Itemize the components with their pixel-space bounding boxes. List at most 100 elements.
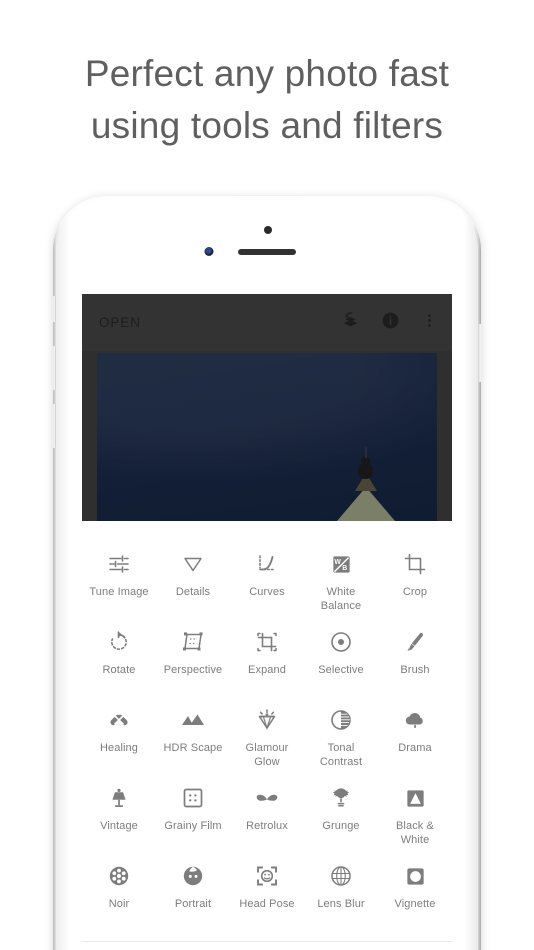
tool-head-pose[interactable]: Head Pose (230, 847, 304, 925)
svg-text:B: B (342, 565, 347, 572)
tool-label: Brush (400, 664, 430, 676)
tool-crop[interactable]: Crop (378, 535, 452, 613)
tool-portrait[interactable]: Portrait (156, 847, 230, 925)
photo-image (97, 353, 437, 521)
lens-blur-icon (329, 861, 353, 891)
tool-perspective[interactable]: Perspective (156, 613, 230, 691)
tune-sliders-icon (107, 549, 131, 579)
tool-retrolux[interactable]: Retrolux (230, 769, 304, 847)
healing-bandage-icon (107, 705, 131, 735)
tool-label: Vintage (100, 820, 138, 832)
tool-label: Crop (402, 586, 428, 598)
vignette-icon (404, 861, 427, 891)
tool-tonal-contrast[interactable]: Tonal Contrast (304, 691, 378, 769)
layers-undo-icon[interactable] (341, 311, 360, 335)
app-bar-actions (341, 311, 438, 335)
tool-label: Healing (99, 742, 138, 754)
tool-drama[interactable]: Drama (378, 691, 452, 769)
tool-label: Perspective (163, 664, 223, 676)
tool-noir[interactable]: Noir (82, 847, 156, 925)
tool-details[interactable]: Details (156, 535, 230, 613)
tool-curves[interactable]: Curves (230, 535, 304, 613)
selective-target-icon (329, 627, 353, 657)
volume-down-button[interactable] (53, 404, 56, 448)
tool-label: HDR Scape (163, 742, 223, 754)
rotate-icon (107, 627, 131, 657)
perspective-icon (181, 627, 205, 657)
tool-label: Grainy Film (164, 820, 222, 832)
proximity-sensor-icon (264, 226, 272, 234)
power-button[interactable] (478, 324, 481, 382)
tool-label: Black & White (396, 820, 434, 846)
tool-label: Head Pose (239, 898, 295, 910)
open-button[interactable]: OPEN (99, 315, 341, 330)
tool-rotate[interactable]: Rotate (82, 613, 156, 691)
tools-grid: Tune Image Details Curves W B White Bala… (82, 535, 452, 925)
tool-label: Retrolux (246, 820, 288, 832)
tool-vintage[interactable]: Vintage (82, 769, 156, 847)
curves-icon (255, 549, 279, 579)
tool-label: Drama (398, 742, 432, 754)
tool-healing[interactable]: Healing (82, 691, 156, 769)
tool-label: Grunge (322, 820, 360, 832)
tool-label: Vignette (394, 898, 436, 910)
triangle-details-icon (181, 549, 205, 579)
glamour-diamond-icon (255, 705, 279, 735)
tool-label: White Balance (320, 586, 362, 612)
tool-tune-image[interactable]: Tune Image (82, 535, 156, 613)
vintage-lamp-icon (107, 783, 131, 813)
tool-label: Tune Image (89, 586, 149, 598)
phone-mockup: OPEN Tune Image Details Curves W B White… (53, 196, 481, 950)
grainy-film-icon (181, 783, 205, 813)
tool-glamour-glow[interactable]: Glamour Glow (230, 691, 304, 769)
noir-film-reel-icon (107, 861, 131, 891)
front-camera-icon (204, 247, 214, 256)
tool-label: Lens Blur (317, 898, 365, 910)
page-title: Perfect any photo fast using tools and f… (0, 48, 534, 152)
tool-label: Expand (248, 664, 286, 676)
tool-brush[interactable]: Brush (378, 613, 452, 691)
info-icon[interactable] (381, 311, 400, 335)
tool-label: Noir (108, 898, 130, 910)
tool-label: Details (175, 586, 211, 598)
tool-selective[interactable]: Selective (304, 613, 378, 691)
head-pose-icon (255, 861, 279, 891)
portrait-face-icon (181, 861, 205, 891)
phone-screen: OPEN Tune Image Details Curves W B White… (82, 294, 452, 950)
tool-label: Selective (318, 664, 364, 676)
app-bar: OPEN (82, 294, 452, 351)
tool-hdr-scape[interactable]: HDR Scape (156, 691, 230, 769)
tool-grunge[interactable]: Grunge (304, 769, 378, 847)
tool-white-balance[interactable]: W B White Balance (304, 535, 378, 613)
tool-black-white[interactable]: Black & White (378, 769, 452, 847)
tool-label: Rotate (102, 664, 136, 676)
black-white-icon (404, 783, 427, 813)
headline-line-1: Perfect any photo fast (84, 53, 450, 94)
drama-cloud-icon (403, 705, 427, 735)
tool-grainy-film[interactable]: Grainy Film (156, 769, 230, 847)
expand-icon (255, 627, 279, 657)
crop-icon (403, 549, 427, 579)
mountains-icon (180, 705, 206, 735)
tool-lens-blur[interactable]: Lens Blur (304, 847, 378, 925)
tool-label: Portrait (174, 898, 212, 910)
svg-text:W: W (334, 558, 341, 565)
grunge-icon (329, 783, 353, 813)
app-store-screenshot: Perfect any photo fast using tools and f… (0, 0, 534, 950)
tool-label: Tonal Contrast (319, 742, 363, 768)
silent-switch-button[interactable] (53, 296, 56, 322)
tools-panel: Tune Image Details Curves W B White Bala… (82, 521, 452, 950)
tool-expand[interactable]: Expand (230, 613, 304, 691)
brush-icon (403, 627, 427, 657)
tool-vignette[interactable]: Vignette (378, 847, 452, 925)
overflow-menu-icon[interactable] (421, 311, 438, 335)
tool-label: Glamour Glow (245, 742, 289, 768)
tool-label: Curves (249, 586, 285, 598)
tonal-contrast-icon (329, 705, 353, 735)
photo-preview[interactable] (82, 351, 452, 521)
retrolux-mustache-icon (254, 783, 280, 813)
bottom-tab-bar: LOOKS TOOLS EXPORT (82, 941, 452, 950)
white-balance-icon: W B (330, 549, 353, 579)
headline-line-2: using tools and filters (90, 105, 444, 146)
volume-up-button[interactable] (53, 346, 56, 390)
